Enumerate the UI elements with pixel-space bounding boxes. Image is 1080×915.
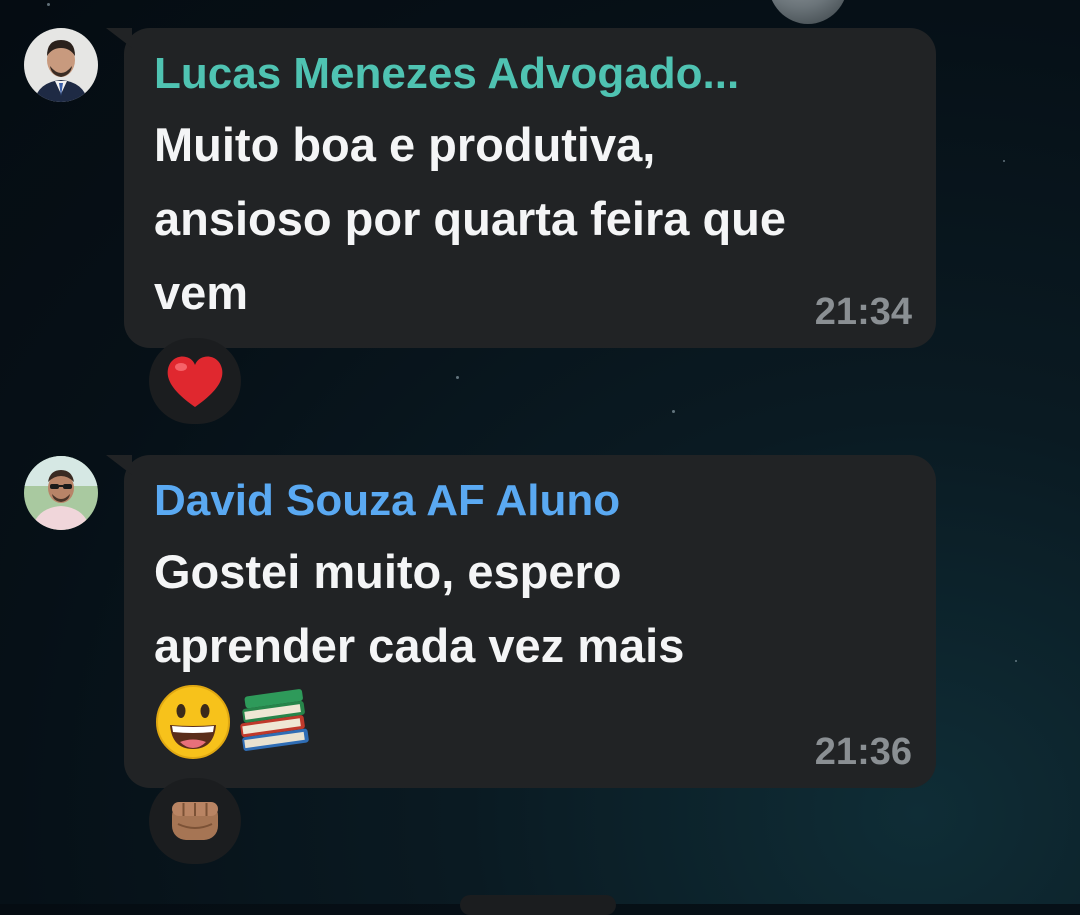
star-decoration — [456, 376, 459, 379]
man-in-suit-avatar-icon — [24, 28, 98, 102]
message-text-line: aprender cada vez mais — [154, 619, 685, 672]
message-text-line: Muito boa e produtiva, — [154, 118, 656, 171]
sender-avatar[interactable] — [24, 28, 98, 102]
message-text-line: vem — [154, 266, 249, 319]
red-heart-icon — [167, 356, 223, 407]
message-bubble[interactable]: David Souza AF Aluno Gostei muito, esper… — [106, 455, 936, 788]
message-text-line: ansioso por quarta feira que — [154, 192, 787, 245]
message-text-line: Gostei muito, espero — [154, 545, 622, 598]
reaction-badge[interactable] — [149, 778, 241, 864]
man-with-sunglasses-avatar-icon — [24, 456, 98, 530]
sender-name[interactable]: Lucas Menezes Advogado... — [154, 48, 908, 100]
grinning-face-icon — [154, 683, 232, 761]
message-bubble[interactable]: Lucas Menezes Advogado... Muito boa e pr… — [106, 28, 936, 348]
message-text: Gostei muito, espero aprender cada vez m… — [154, 535, 908, 683]
sender-name[interactable]: David Souza AF Aluno — [154, 475, 908, 527]
moon-decoration — [768, 0, 848, 24]
star-decoration — [672, 410, 675, 413]
message-timestamp: 21:34 — [814, 291, 912, 333]
bottom-pill — [460, 895, 616, 915]
emoji-row — [154, 683, 908, 761]
oncoming-fist-icon — [172, 802, 218, 840]
sender-avatar[interactable] — [24, 456, 98, 530]
reaction-badge[interactable] — [149, 338, 241, 424]
books-icon — [232, 687, 314, 757]
star-decoration — [1015, 660, 1017, 662]
star-decoration — [1003, 160, 1005, 162]
message-text: Muito boa e produtiva, ansioso por quart… — [154, 108, 908, 330]
message-timestamp: 21:36 — [814, 731, 912, 773]
star-decoration — [47, 3, 50, 6]
